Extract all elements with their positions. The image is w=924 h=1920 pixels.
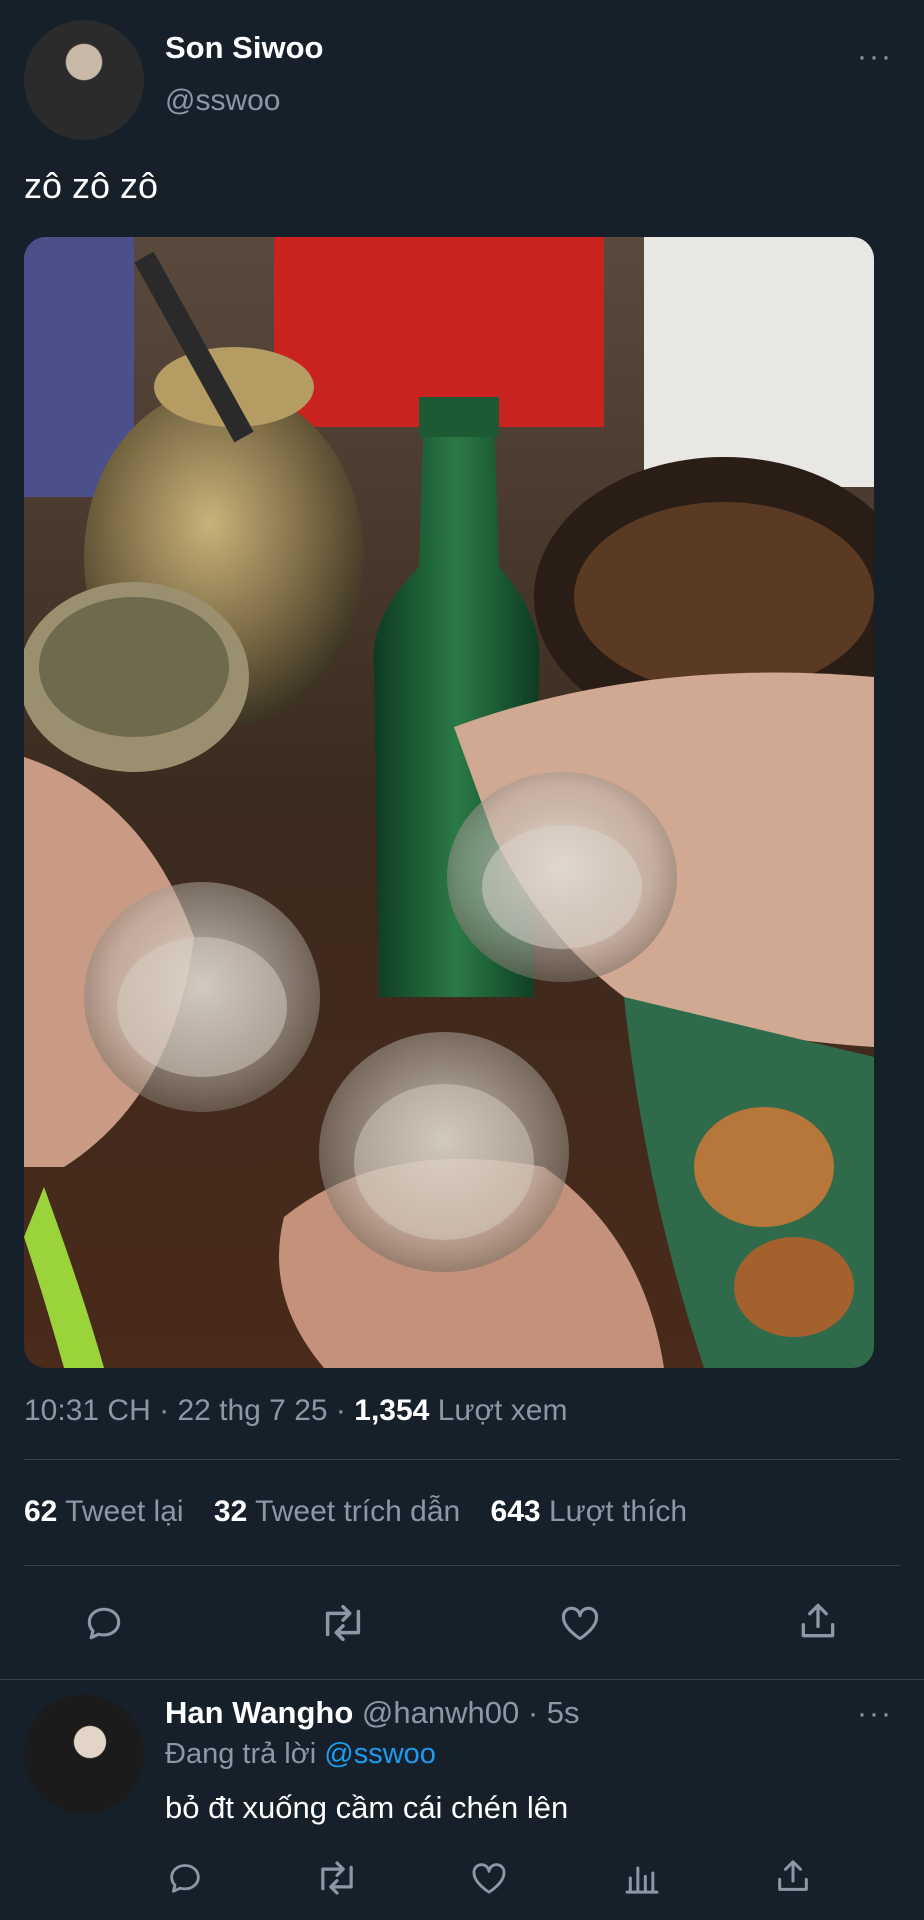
- quotes-stat[interactable]: 32 Tweet trích dẫn: [214, 1495, 469, 1528]
- author-handle[interactable]: @sswoo: [165, 84, 281, 118]
- tweet-meta: 10:31 CH · 22 thg 7 25 · 1,354 Lượt xem: [24, 1394, 567, 1428]
- author-avatar[interactable]: [24, 20, 144, 140]
- replying-to: Đang trả lời @sswoo: [165, 1738, 436, 1771]
- divider: [24, 1459, 900, 1460]
- quotes-count: 32: [213, 1495, 248, 1528]
- quotes-label: Tweet trích dẫn: [255, 1495, 461, 1528]
- tweet-photo[interactable]: [24, 237, 874, 1368]
- retweets-stat[interactable]: 62 Tweet lại: [24, 1495, 192, 1528]
- reply-separator: ·: [527, 1695, 539, 1730]
- meta-separator: ·: [335, 1394, 346, 1427]
- reply-icon[interactable]: [82, 1601, 126, 1645]
- share-icon[interactable]: [796, 1599, 840, 1643]
- tweet-stats: 62 Tweet lại 32 Tweet trích dẫn 643 Lượt…: [24, 1495, 687, 1529]
- retweets-label: Tweet lại: [65, 1495, 184, 1528]
- views-count: 1,354: [354, 1394, 430, 1427]
- like-icon[interactable]: [469, 1858, 509, 1898]
- reply-header: Han Wangho @hanwh00 · 5s: [165, 1695, 580, 1731]
- analytics-icon[interactable]: [622, 1858, 662, 1898]
- reply-time: 5s: [546, 1695, 580, 1730]
- divider: [0, 1679, 924, 1680]
- author-name[interactable]: Son Siwoo: [165, 30, 323, 66]
- more-options-icon[interactable]: ···: [857, 40, 893, 74]
- reply-author-avatar[interactable]: [24, 1694, 144, 1814]
- retweet-icon[interactable]: [314, 1858, 360, 1898]
- divider: [24, 1565, 900, 1566]
- likes-count: 643: [490, 1495, 541, 1528]
- reply-text: bỏ đt xuống cầm cái chén lên: [165, 1790, 569, 1825]
- views-label: Lượt xem: [437, 1394, 568, 1427]
- reply-author-name[interactable]: Han Wangho: [165, 1695, 353, 1730]
- replying-prefix: Đang trả lời: [165, 1738, 317, 1770]
- meta-separator: ·: [159, 1394, 170, 1427]
- photo-illustration: [24, 237, 874, 1368]
- reply-author-handle[interactable]: @hanwh00: [362, 1695, 519, 1730]
- tweet-text: zô zô zô: [24, 165, 159, 206]
- likes-label: Lượt thích: [548, 1495, 688, 1528]
- tweet-time: 10:31 CH: [24, 1394, 151, 1427]
- reply-icon[interactable]: [165, 1858, 205, 1898]
- share-icon[interactable]: [773, 1856, 813, 1896]
- tweet-date: 22 thg 7 25: [177, 1394, 328, 1427]
- retweets-count: 62: [24, 1495, 58, 1528]
- like-icon[interactable]: [558, 1601, 602, 1645]
- reply-more-options-icon[interactable]: ···: [857, 1697, 893, 1731]
- retweet-icon[interactable]: [318, 1601, 368, 1645]
- likes-stat[interactable]: 643 Lượt thích: [491, 1495, 688, 1528]
- replying-to-link[interactable]: @sswoo: [324, 1738, 436, 1770]
